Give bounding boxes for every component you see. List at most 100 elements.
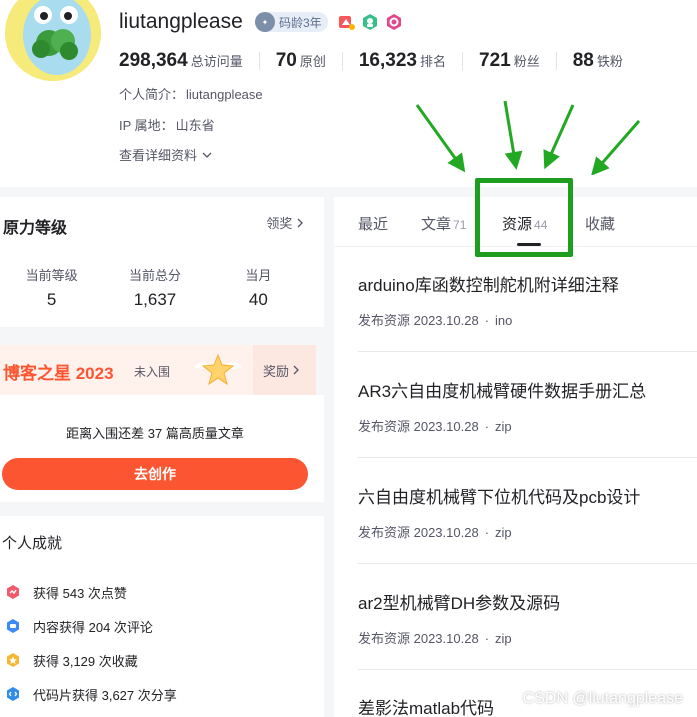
resource-date: 发布资源 2023.10.28 bbox=[358, 631, 479, 646]
level-col-label: 当月 bbox=[245, 268, 272, 283]
resource-item[interactable]: AR3六自由度机械臂硬件数据手册汇总 发布资源 2023.10.28 · zip bbox=[358, 377, 697, 435]
more-info-link[interactable]: 查看详细资料 bbox=[119, 145, 213, 164]
achievement-item: 获得 543 次点赞 bbox=[4, 582, 127, 602]
level-col-value: 5 bbox=[46, 290, 57, 309]
annotation-arrows-icon bbox=[415, 100, 641, 175]
more-info-label: 查看详细资料 bbox=[119, 148, 198, 163]
tab-resources[interactable]: 资源 44 bbox=[502, 213, 547, 234]
tab-recent[interactable]: 最近 bbox=[358, 213, 388, 234]
stat-value: 298,364 bbox=[119, 50, 188, 71]
resource-type: zip bbox=[495, 419, 512, 434]
code-age-badge: ✦ 码龄3年 bbox=[255, 12, 328, 32]
content-tabs: 最近 文章 71 资源 44 收藏 bbox=[334, 197, 697, 247]
badge-2-icon[interactable] bbox=[360, 12, 380, 32]
resource-title[interactable]: AR3六自由度机械臂硬件数据手册汇总 bbox=[358, 377, 697, 402]
create-card: 距离入围还差 37 篇高质量文章 去创作 bbox=[0, 395, 324, 502]
bio-line: 个人简介： liutangplease bbox=[119, 84, 263, 103]
meta-dot: · bbox=[484, 631, 490, 646]
tab-count: 44 bbox=[534, 218, 548, 232]
level-this-month: 当月 40 bbox=[207, 265, 310, 310]
stat-divider bbox=[555, 52, 557, 70]
active-tab-indicator bbox=[517, 243, 541, 246]
achievement-text: 代码片获得 3,627 次分享 bbox=[33, 687, 177, 703]
tab-favorites[interactable]: 收藏 bbox=[585, 213, 615, 234]
blog-star-card[interactable]: 博客之星 2023 未入围 奖励 bbox=[0, 345, 316, 395]
achievement-text: 内容获得 204 次评论 bbox=[33, 619, 153, 635]
stat-label: 总访问量 bbox=[190, 54, 243, 69]
stat-value: 16,323 bbox=[358, 50, 417, 71]
tab-articles[interactable]: 文章 71 bbox=[421, 213, 466, 234]
resource-title[interactable]: arduino库函数控制舵机附详细注释 bbox=[358, 271, 697, 296]
tab-label: 文章 bbox=[421, 216, 452, 233]
resource-title[interactable]: ar2型机械臂DH参数及源码 bbox=[358, 589, 697, 614]
winged-star-icon bbox=[194, 353, 242, 386]
resource-meta: 发布资源 2023.10.28 · zip bbox=[358, 522, 697, 541]
achievement-item: 内容获得 204 次评论 bbox=[4, 616, 153, 636]
stat-label: 原创 bbox=[299, 54, 326, 69]
stat-visits[interactable]: 298,364 总访问量 bbox=[119, 50, 259, 72]
level-reward-link[interactable]: 领奖 bbox=[266, 213, 304, 232]
stat-label: 排名 bbox=[419, 54, 446, 69]
quality-gap-text: 距离入围还差 37 篇高质量文章 bbox=[66, 426, 244, 441]
stat-label: 铁粉 bbox=[596, 54, 623, 69]
resource-divider bbox=[358, 563, 697, 564]
level-reward-label: 领奖 bbox=[266, 216, 293, 231]
blog-star-title: 博客之星 2023 bbox=[3, 364, 114, 383]
resource-item[interactable]: ar2型机械臂DH参数及源码 发布资源 2023.10.28 · zip bbox=[358, 589, 697, 647]
level-stats: 当前等级 5 当前总分 1,637 当月 40 bbox=[0, 265, 310, 310]
stat-iron-fans[interactable]: 88 铁粉 bbox=[573, 50, 639, 72]
chevron-right-icon bbox=[293, 365, 299, 375]
tab-label: 资源 bbox=[502, 216, 533, 233]
tab-label: 收藏 bbox=[585, 216, 616, 233]
achievement-text: 获得 543 次点赞 bbox=[33, 585, 127, 601]
achievements-card: 个人成就 获得 543 次点赞 内容获得 204 次评论 获得 3,129 次收… bbox=[0, 516, 324, 717]
resource-divider bbox=[358, 669, 697, 670]
stat-original[interactable]: 70 原创 bbox=[276, 50, 342, 72]
resource-type: zip bbox=[495, 525, 512, 540]
stat-fans[interactable]: 721 粉丝 bbox=[479, 50, 556, 72]
profile-stats: 298,364 总访问量 70 原创 16,323 排名 721 粉丝 88 铁… bbox=[119, 49, 639, 73]
blog-star-reward-link[interactable]: 奖励 bbox=[253, 345, 316, 395]
resource-meta: 发布资源 2023.10.28 · zip bbox=[358, 416, 697, 435]
ip-value: 山东省 bbox=[175, 118, 215, 133]
code-share-icon bbox=[4, 685, 22, 703]
favorite-icon bbox=[4, 651, 22, 669]
resource-date: 发布资源 2023.10.28 bbox=[358, 525, 479, 540]
resource-item[interactable]: 六自由度机械臂下位机代码及pcb设计 发布资源 2023.10.28 · zip bbox=[358, 483, 697, 541]
avatar-image bbox=[5, 0, 101, 81]
resource-meta: 发布资源 2023.10.28 · zip bbox=[358, 628, 697, 647]
meta-dot: · bbox=[484, 313, 490, 328]
achievement-item: 代码片获得 3,627 次分享 bbox=[4, 684, 177, 704]
resource-type: ino bbox=[495, 313, 513, 328]
content-panel: 最近 文章 71 资源 44 收藏 arduino库函数控制舵机附详细注释 发布资源… bbox=[334, 197, 697, 717]
avatar[interactable] bbox=[2, 0, 104, 84]
tab-label: 最近 bbox=[358, 216, 389, 233]
level-col-value: 1,637 bbox=[133, 290, 177, 309]
chevron-down-icon bbox=[202, 152, 212, 158]
level-title: 原力等级 bbox=[3, 220, 68, 237]
go-create-button[interactable]: 去创作 bbox=[2, 458, 308, 490]
blog-star-reward-label: 奖励 bbox=[263, 363, 290, 379]
resource-title[interactable]: 六自由度机械臂下位机代码及pcb设计 bbox=[358, 483, 697, 508]
stat-divider bbox=[258, 52, 260, 70]
profile-header: liutangplease ✦ 码龄3年 298,364 总访问量 70 原创 … bbox=[0, 0, 697, 187]
level-col-value: 40 bbox=[248, 290, 268, 309]
resource-item[interactable]: arduino库函数控制舵机附详细注释 发布资源 2023.10.28 · ino bbox=[358, 271, 697, 329]
code-age-icon: ✦ bbox=[255, 12, 275, 32]
resource-type: zip bbox=[495, 631, 512, 646]
resource-divider bbox=[358, 457, 697, 458]
tab-count: 71 bbox=[453, 218, 467, 232]
level-col-label: 当前总分 bbox=[128, 268, 181, 283]
stat-rank[interactable]: 16,323 排名 bbox=[359, 50, 462, 72]
level-total-score: 当前总分 1,637 bbox=[103, 265, 206, 310]
badge-3-icon[interactable] bbox=[384, 12, 404, 32]
bio-label: 个人简介： bbox=[119, 87, 185, 102]
meta-dot: · bbox=[484, 419, 490, 434]
resource-date: 发布资源 2023.10.28 bbox=[358, 419, 479, 434]
stat-label: 粉丝 bbox=[513, 54, 540, 69]
thumb-icon bbox=[4, 583, 22, 601]
resource-divider bbox=[358, 351, 697, 352]
achievement-text: 获得 3,129 次收藏 bbox=[33, 653, 138, 669]
chevron-right-icon bbox=[297, 218, 303, 228]
badge-1-icon[interactable] bbox=[336, 12, 356, 32]
